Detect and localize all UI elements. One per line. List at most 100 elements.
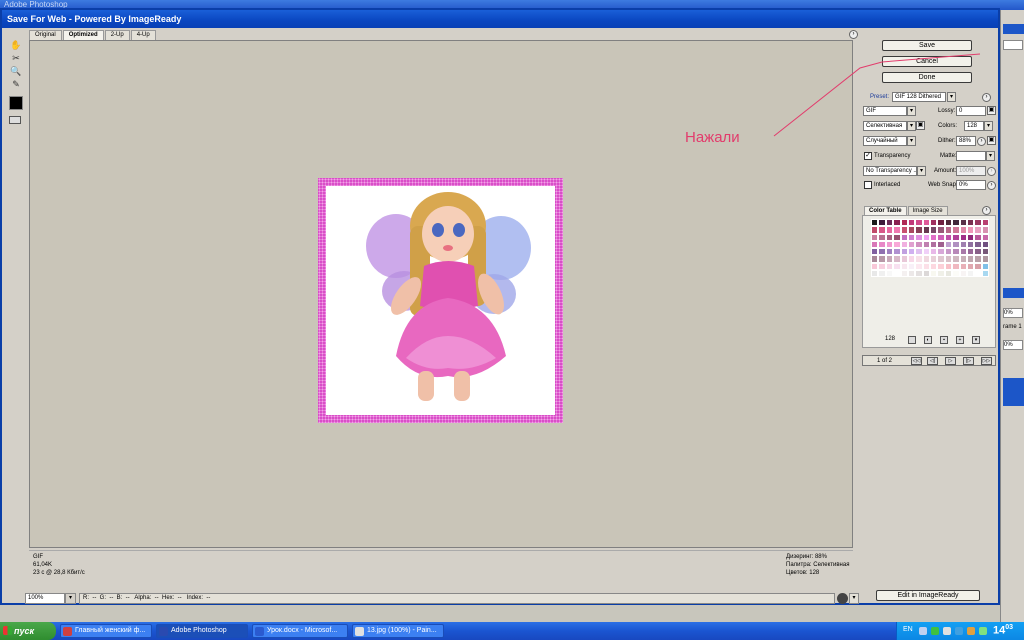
language-indicator[interactable]: EN [903, 626, 913, 633]
color-swatch[interactable] [900, 226, 908, 234]
color-swatch[interactable] [878, 248, 886, 256]
color-swatch[interactable] [930, 262, 938, 271]
color-swatch[interactable] [944, 233, 953, 241]
color-swatch[interactable] [915, 219, 923, 227]
color-swatch[interactable] [885, 248, 894, 256]
color-swatch[interactable] [974, 262, 982, 271]
color-swatch[interactable] [915, 233, 923, 241]
color-swatch[interactable] [974, 255, 982, 263]
color-swatch[interactable] [878, 233, 886, 241]
color-swatch[interactable] [952, 255, 960, 263]
color-swatch[interactable] [893, 233, 901, 241]
first-frame-icon[interactable]: ◁◁ [911, 357, 922, 365]
color-swatch[interactable] [959, 262, 967, 271]
color-swatch[interactable] [937, 262, 945, 271]
color-swatch[interactable] [930, 226, 938, 234]
color-swatch[interactable] [952, 248, 960, 256]
color-swatch[interactable] [900, 262, 908, 271]
color-swatch[interactable] [907, 240, 916, 249]
color-swatch[interactable] [981, 248, 989, 256]
color-swatch[interactable] [952, 262, 960, 271]
color-swatch[interactable] [878, 262, 886, 271]
color-swatch[interactable] [871, 219, 879, 227]
color-swatch[interactable] [959, 255, 967, 263]
panel-value-field[interactable]: 0% [1003, 340, 1023, 350]
tray-icon[interactable] [931, 627, 939, 635]
panel-value-field[interactable]: 0% [1003, 308, 1023, 318]
color-swatch[interactable] [974, 233, 982, 241]
color-swatch[interactable] [878, 270, 886, 278]
color-swatch[interactable] [893, 240, 901, 249]
color-swatch[interactable] [915, 255, 923, 263]
color-swatch[interactable] [966, 219, 975, 227]
color-swatch[interactable] [944, 262, 953, 271]
color-swatch[interactable] [959, 219, 967, 227]
zoom-level-field[interactable]: 100% [25, 593, 65, 604]
taskbar-item-word[interactable]: Урок.docx - Microsof... [252, 624, 348, 638]
color-swatch[interactable] [893, 248, 901, 256]
zoom-dropdown-icon[interactable]: ▾ [65, 593, 76, 604]
color-swatch[interactable] [907, 262, 916, 271]
tray-icon[interactable] [979, 627, 987, 635]
tray-icon[interactable] [955, 627, 963, 635]
color-swatch[interactable] [900, 233, 908, 241]
color-swatch[interactable] [937, 233, 945, 241]
color-swatch[interactable] [907, 219, 916, 227]
color-swatch[interactable] [871, 262, 879, 271]
color-swatch[interactable] [966, 240, 975, 249]
tray-icon[interactable] [919, 627, 927, 635]
panel-selected-layer[interactable] [1003, 378, 1024, 406]
map-to-transparent-icon[interactable] [908, 336, 916, 344]
color-swatch[interactable] [981, 255, 989, 263]
color-swatch[interactable] [937, 240, 945, 249]
color-swatch[interactable] [885, 240, 894, 249]
color-swatch[interactable] [981, 240, 989, 249]
new-color-icon[interactable]: + [956, 336, 964, 344]
color-swatch[interactable] [974, 226, 982, 234]
color-swatch[interactable] [900, 255, 908, 263]
color-swatch[interactable] [930, 248, 938, 256]
color-swatch[interactable] [959, 226, 967, 234]
color-swatch[interactable] [922, 226, 930, 234]
color-swatch[interactable] [922, 248, 930, 256]
color-swatch[interactable] [915, 262, 923, 271]
color-swatch[interactable] [930, 219, 938, 227]
start-button[interactable]: пуск [0, 622, 56, 640]
color-swatch[interactable] [878, 219, 886, 227]
color-swatch[interactable] [981, 226, 989, 234]
color-swatch[interactable] [959, 240, 967, 249]
color-swatch[interactable] [871, 270, 879, 278]
color-swatch[interactable] [944, 240, 953, 249]
color-swatch[interactable] [981, 262, 989, 271]
color-swatch[interactable] [952, 240, 960, 249]
color-swatch[interactable] [900, 270, 908, 278]
color-swatch[interactable] [871, 255, 879, 263]
color-swatch[interactable] [900, 240, 908, 249]
color-swatch[interactable] [974, 248, 982, 256]
web-shift-icon[interactable]: ◐ [924, 336, 932, 344]
color-swatch[interactable] [907, 226, 916, 234]
delete-color-icon[interactable]: ▾ [972, 336, 980, 344]
color-swatch[interactable] [930, 240, 938, 249]
color-swatch[interactable] [922, 270, 930, 278]
preview-in-browser-icon[interactable] [837, 593, 848, 604]
color-swatch[interactable] [944, 270, 953, 278]
color-swatch[interactable] [893, 219, 901, 227]
clock[interactable]: 1403 [993, 624, 1013, 637]
color-swatch[interactable] [974, 240, 982, 249]
color-swatch[interactable] [885, 233, 894, 241]
color-swatch[interactable] [981, 270, 989, 278]
color-swatch[interactable] [930, 255, 938, 263]
color-swatch[interactable] [915, 248, 923, 256]
color-swatch[interactable] [959, 233, 967, 241]
color-swatch[interactable] [944, 219, 953, 227]
color-swatch[interactable] [952, 226, 960, 234]
lock-color-icon[interactable]: ▪ [940, 336, 948, 344]
color-swatch[interactable] [871, 240, 879, 249]
last-frame-icon[interactable]: ▷▷ [981, 357, 992, 365]
color-swatch[interactable] [952, 270, 960, 278]
color-swatch[interactable] [915, 226, 923, 234]
color-swatch[interactable] [944, 255, 953, 263]
color-swatch[interactable] [878, 226, 886, 234]
panel-field[interactable] [1003, 40, 1023, 50]
